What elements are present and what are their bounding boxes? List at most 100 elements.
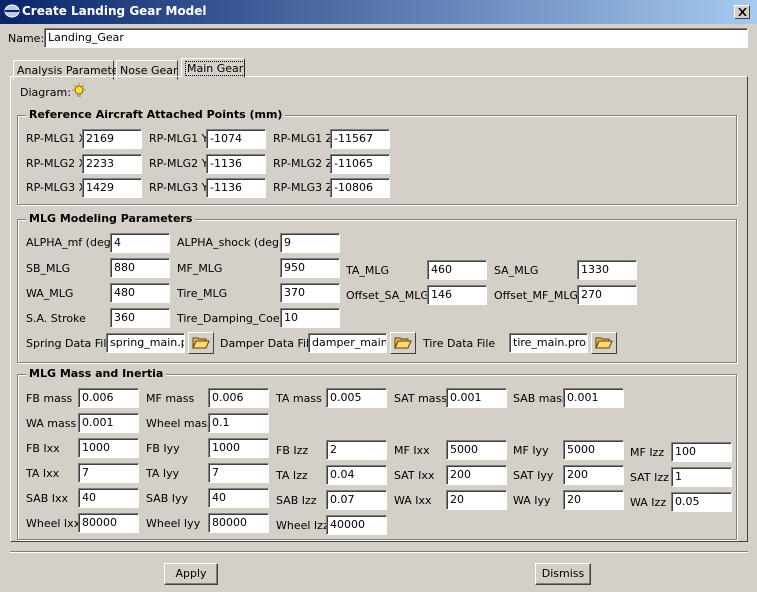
sa-stroke-input[interactable]: 360 bbox=[110, 308, 170, 328]
sat-iyy-input[interactable]: 200 bbox=[563, 465, 624, 485]
mf-mass-input[interactable]: 0.006 bbox=[208, 388, 269, 408]
mf-izz-input[interactable]: 100 bbox=[671, 442, 732, 462]
ta-mlg-input[interactable]: 460 bbox=[427, 260, 487, 280]
sab-mass-label: SAB mass bbox=[513, 392, 568, 405]
sab-izz-label: SAB Izz bbox=[276, 494, 317, 507]
wheel-izz-label: Wheel Izz bbox=[276, 519, 329, 532]
tire-file-browse-button[interactable] bbox=[591, 332, 617, 354]
ta-ixx-label: TA Ixx bbox=[26, 467, 60, 480]
alpha-mf-input[interactable]: 4 bbox=[110, 233, 170, 253]
spring-file-label: Spring Data File bbox=[26, 337, 114, 350]
name-input[interactable]: Landing_Gear bbox=[44, 28, 748, 48]
spring-file-input[interactable]: spring_main.prop bbox=[106, 333, 185, 353]
tire-file-input[interactable]: tire_main.prop bbox=[509, 333, 588, 353]
tab-main-gear[interactable]: Main Gear bbox=[181, 58, 246, 78]
fb-iyy-input[interactable]: 1000 bbox=[208, 438, 269, 458]
ta-mass-input[interactable]: 0.005 bbox=[326, 388, 387, 408]
fb-iyy-label: FB Iyy bbox=[146, 442, 180, 455]
wheel-mass-input[interactable]: 0.1 bbox=[208, 413, 269, 433]
tire-damping-label: Tire_Damping_Coeff bbox=[177, 312, 288, 325]
rp-mlg3-z-input[interactable]: -10806 bbox=[330, 178, 390, 198]
sat-ixx-input[interactable]: 200 bbox=[446, 465, 507, 485]
sb-mlg-label: SB_MLG bbox=[26, 262, 71, 275]
rp-mlg2-x-input[interactable]: 2233 bbox=[82, 154, 142, 174]
offset-sa-mlg-label: Offset_SA_MLG bbox=[346, 289, 429, 302]
dismiss-button[interactable]: Dismiss bbox=[535, 563, 591, 585]
rp-mlg2-y-input[interactable]: -1136 bbox=[206, 154, 266, 174]
sat-izz-input[interactable]: 1 bbox=[671, 467, 732, 487]
mass-inertia-title: MLG Mass and Inertia bbox=[26, 367, 167, 380]
tire-mlg-label: Tire_MLG bbox=[177, 287, 228, 300]
rp-mlg3-x-input[interactable]: 1429 bbox=[82, 178, 142, 198]
sab-iyy-input[interactable]: 40 bbox=[208, 488, 269, 508]
wa-iyy-input[interactable]: 20 bbox=[563, 490, 624, 510]
wheel-iyy-label: Wheel Iyy bbox=[146, 517, 201, 530]
apply-button[interactable]: Apply bbox=[164, 563, 218, 585]
fb-mass-label: FB mass bbox=[26, 392, 73, 405]
close-icon bbox=[738, 8, 747, 16]
diagram-label: Diagram: bbox=[20, 86, 71, 99]
reference-points-title: Reference Aircraft Attached Points (mm) bbox=[26, 108, 286, 121]
wa-mlg-input[interactable]: 480 bbox=[110, 283, 170, 303]
wa-mass-input[interactable]: 0.001 bbox=[78, 413, 139, 433]
rp-mlg1-z-input[interactable]: -11567 bbox=[330, 129, 390, 149]
ta-iyy-input[interactable]: 7 bbox=[208, 463, 269, 483]
wa-izz-input[interactable]: 0.05 bbox=[671, 492, 732, 512]
wa-iyy-label: WA Iyy bbox=[513, 494, 551, 507]
ta-izz-label: TA Izz bbox=[276, 469, 308, 482]
damper-file-input[interactable]: damper_main.prop bbox=[308, 333, 387, 353]
rp-mlg1-x-label: RP-MLG1 X bbox=[26, 132, 87, 145]
wheel-mass-label: Wheel mass bbox=[146, 417, 213, 430]
sb-mlg-input[interactable]: 880 bbox=[110, 258, 170, 278]
sat-ixx-label: SAT Ixx bbox=[394, 469, 435, 482]
ta-iyy-label: TA Iyy bbox=[146, 467, 180, 480]
wheel-izz-input[interactable]: 40000 bbox=[326, 515, 387, 535]
folder-open-icon bbox=[192, 337, 210, 349]
wheel-ixx-label: Wheel Ixx bbox=[26, 517, 81, 530]
fb-ixx-input[interactable]: 1000 bbox=[78, 438, 139, 458]
button-separator bbox=[10, 551, 748, 553]
sab-iyy-label: SAB Iyy bbox=[146, 492, 189, 505]
fb-mass-input[interactable]: 0.006 bbox=[78, 388, 139, 408]
rp-mlg2-y-label: RP-MLG2 Y bbox=[149, 157, 209, 170]
tire-mlg-input[interactable]: 370 bbox=[280, 283, 340, 303]
sat-mass-input[interactable]: 0.001 bbox=[446, 388, 507, 408]
sab-izz-input[interactable]: 0.07 bbox=[326, 490, 387, 510]
wheel-ixx-input[interactable]: 80000 bbox=[78, 513, 139, 533]
name-label: Name: bbox=[8, 32, 45, 45]
rp-mlg2-z-label: RP-MLG2 Z bbox=[273, 157, 334, 170]
rp-mlg2-z-input[interactable]: -11065 bbox=[330, 154, 390, 174]
ta-izz-input[interactable]: 0.04 bbox=[326, 465, 387, 485]
mf-iyy-input[interactable]: 5000 bbox=[563, 440, 624, 460]
damper-file-browse-button[interactable] bbox=[390, 332, 416, 354]
lightbulb-icon[interactable] bbox=[70, 82, 88, 100]
wheel-iyy-input[interactable]: 80000 bbox=[208, 513, 269, 533]
alpha-shock-input[interactable]: 9 bbox=[280, 233, 340, 253]
mf-ixx-input[interactable]: 5000 bbox=[446, 440, 507, 460]
wa-ixx-input[interactable]: 20 bbox=[446, 490, 507, 510]
sa-mlg-input[interactable]: 1330 bbox=[577, 260, 637, 280]
sat-mass-label: SAT mass bbox=[394, 392, 447, 405]
rp-mlg1-z-label: RP-MLG1 Z bbox=[273, 132, 334, 145]
mf-ixx-label: MF Ixx bbox=[394, 444, 430, 457]
offset-mf-mlg-input[interactable]: 270 bbox=[577, 285, 637, 305]
rp-mlg3-z-label: RP-MLG3 Z bbox=[273, 181, 334, 194]
tire-file-label: Tire Data File bbox=[423, 337, 496, 350]
sa-mlg-label: SA_MLG bbox=[494, 264, 539, 277]
ta-ixx-input[interactable]: 7 bbox=[78, 463, 139, 483]
rp-mlg3-x-label: RP-MLG3 X bbox=[26, 181, 87, 194]
damper-file-label: Damper Data File bbox=[220, 337, 316, 350]
sab-ixx-input[interactable]: 40 bbox=[78, 488, 139, 508]
offset-sa-mlg-input[interactable]: 146 bbox=[427, 285, 487, 305]
close-button[interactable] bbox=[734, 5, 750, 19]
rp-mlg1-x-input[interactable]: 2169 bbox=[82, 129, 142, 149]
rp-mlg1-y-input[interactable]: -1074 bbox=[206, 129, 266, 149]
tire-damping-input[interactable]: 10 bbox=[280, 308, 340, 328]
fb-izz-input[interactable]: 2 bbox=[326, 440, 387, 460]
mf-mlg-label: MF_MLG bbox=[177, 262, 223, 275]
spring-file-browse-button[interactable] bbox=[188, 332, 214, 354]
sab-mass-input[interactable]: 0.001 bbox=[563, 388, 624, 408]
mf-mlg-input[interactable]: 950 bbox=[280, 258, 340, 278]
rp-mlg3-y-input[interactable]: -1136 bbox=[206, 178, 266, 198]
mf-iyy-label: MF Iyy bbox=[513, 444, 549, 457]
